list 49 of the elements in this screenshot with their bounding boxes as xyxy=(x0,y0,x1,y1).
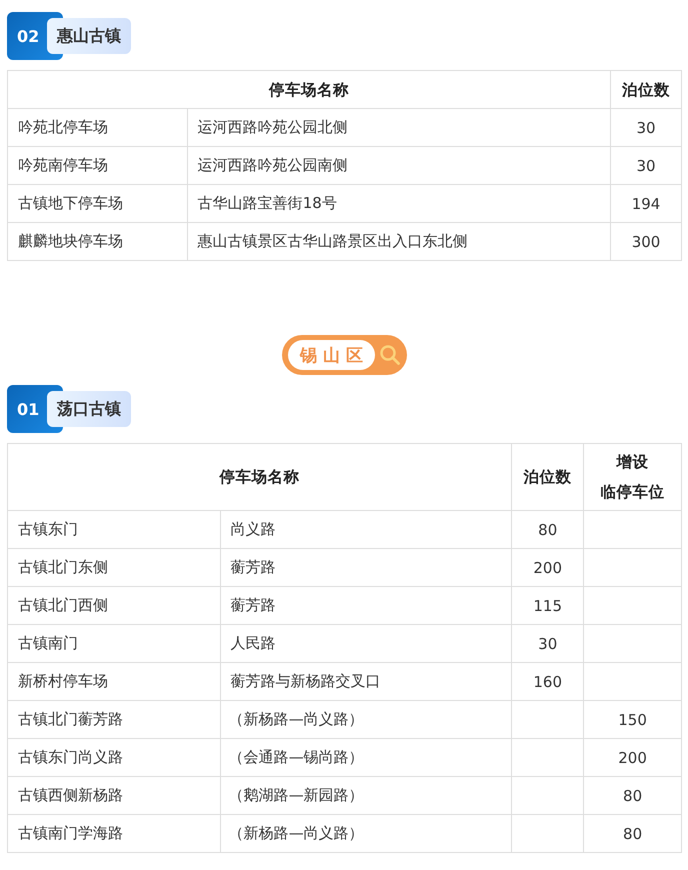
table-cell: 古镇北门东侧 xyxy=(8,548,220,586)
table-cell: 蘅芳路与新杨路交叉口 xyxy=(220,662,512,700)
table-cell: 80 xyxy=(584,814,682,852)
district-label: 锡 山 区 xyxy=(288,340,375,370)
table-cell: 运河西路吟苑公园北侧 xyxy=(187,108,611,146)
search-icon xyxy=(378,344,401,366)
table-cell: 古镇东门尚义路 xyxy=(8,738,220,776)
table-cell: 新桥村停车场 xyxy=(8,662,220,700)
column-header: 增设 临停车位 xyxy=(584,444,682,510)
column-header: 停车场名称 xyxy=(8,444,512,510)
table-cell: 古镇西侧新杨路 xyxy=(8,776,220,814)
table-cell: 30 xyxy=(610,108,682,146)
table-cell: 160 xyxy=(512,662,584,700)
table-cell: 194 xyxy=(610,184,682,222)
table-cell: 吟苑南停车场 xyxy=(8,146,188,184)
table-cell: 30 xyxy=(512,624,584,662)
table-cell: 古华山路宝善街18号 xyxy=(187,184,611,222)
table-cell: 吟苑北停车场 xyxy=(8,108,188,146)
table-cell: （新杨路—尚义路） xyxy=(220,814,512,852)
table-cell: 蘅芳路 xyxy=(220,548,512,586)
table-cell: 古镇北门蘅芳路 xyxy=(8,700,220,738)
table-cell: 惠山古镇景区古华山路景区出入口东北侧 xyxy=(187,222,611,260)
column-header: 泊位数 xyxy=(610,70,682,108)
table-cell: 尚义路 xyxy=(220,510,512,548)
table-cell: 300 xyxy=(610,222,682,260)
district-pill[interactable]: 锡 山 区 xyxy=(282,335,407,375)
table-cell: 人民路 xyxy=(220,624,512,662)
table-cell: 150 xyxy=(584,700,682,738)
table-cell: 古镇东门 xyxy=(8,510,220,548)
table-cell: 200 xyxy=(584,738,682,776)
table-cell: 古镇南门 xyxy=(8,624,220,662)
column-header: 泊位数 xyxy=(512,444,584,510)
table-cell: 运河西路吟苑公园南侧 xyxy=(187,146,611,184)
column-header: 停车场名称 xyxy=(8,70,611,108)
table-cell: 200 xyxy=(512,548,584,586)
table-cell: 古镇地下停车场 xyxy=(8,184,188,222)
table-cell: 古镇南门学海路 xyxy=(8,814,220,852)
table-cell: （鹅湖路—新园路） xyxy=(220,776,512,814)
table-cell: （新杨路—尚义路） xyxy=(220,700,512,738)
section-title: 惠山古镇 xyxy=(47,18,131,54)
table-cell: （会通路—锡尚路） xyxy=(220,738,512,776)
table-cell: 麒麟地块停车场 xyxy=(8,222,188,260)
table-cell: 古镇北门西侧 xyxy=(8,586,220,624)
table-cell: 30 xyxy=(610,146,682,184)
section-title: 荡口古镇 xyxy=(47,391,131,427)
table-cell: 115 xyxy=(512,586,584,624)
table-cell: 80 xyxy=(584,776,682,814)
table-cell: 蘅芳路 xyxy=(220,586,512,624)
table-cell: 80 xyxy=(512,510,584,548)
